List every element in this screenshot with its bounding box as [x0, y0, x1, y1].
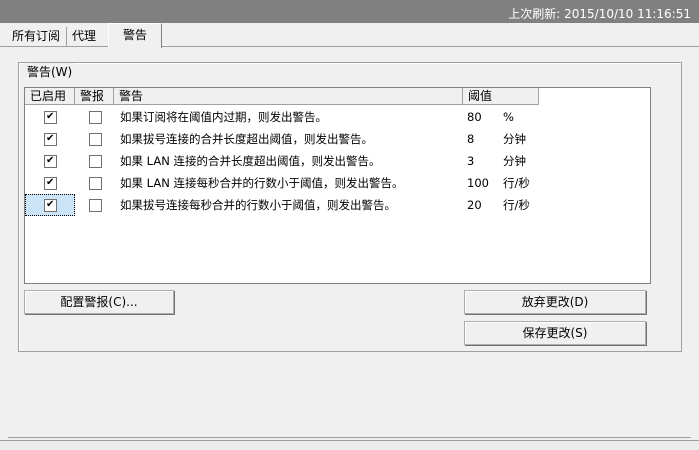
- threshold-unit: 行/秒: [503, 176, 530, 190]
- configure-alerts-button[interactable]: 配置警报(C)...: [24, 290, 174, 314]
- threshold-unit: %: [503, 110, 514, 124]
- last-refresh-label: 上次刷新: 2015/10/10 11:16:51: [508, 7, 691, 21]
- tab-strip: 所有订阅 代理 警告: [0, 23, 699, 48]
- threshold-value: 80: [467, 110, 482, 124]
- tab-all-subscriptions[interactable]: 所有订阅: [6, 27, 68, 46]
- threshold-unit: 行/秒: [503, 198, 530, 212]
- title-bar: 上次刷新: 2015/10/10 11:16:51: [0, 0, 699, 23]
- enabled-cell: [25, 172, 75, 194]
- discard-changes-button[interactable]: 放弃更改(D): [464, 290, 646, 314]
- warning-text: 如果拔号连接每秒合并的行数小于阈值，则发出警告。: [120, 198, 396, 212]
- alert-cell: [75, 172, 114, 194]
- alert-checkbox[interactable]: [89, 111, 102, 124]
- warning-text: 如果订阅将在阈值内过期，则发出警告。: [120, 110, 327, 124]
- column-header-enabled[interactable]: 已启用: [25, 88, 75, 105]
- table-row[interactable]: 如果拔号连接的合并长度超出阈值，则发出警告。 8 分钟: [25, 128, 539, 150]
- threshold-unit: 分钟: [503, 154, 526, 168]
- threshold-value: 100: [467, 176, 489, 190]
- table-row[interactable]: 如果拔号连接每秒合并的行数小于阈值，则发出警告。 20 行/秒: [25, 194, 539, 216]
- alert-checkbox[interactable]: [89, 177, 102, 190]
- enabled-checkbox[interactable]: [44, 111, 57, 124]
- warnings-list[interactable]: 已启用 警报 警告 阈值 如果订阅将在阈值内过期，则发出警告。 80% 如果拔号连接…: [24, 87, 651, 284]
- alert-checkbox[interactable]: [89, 199, 102, 212]
- warnings-panel: 警告(W) 已启用 警报 警告 阈值 如果订阅将在阈值内过期，则发出警告。 80%…: [8, 47, 691, 438]
- column-header-threshold[interactable]: 阈值: [463, 88, 539, 105]
- threshold-value: 3: [467, 154, 475, 168]
- alert-checkbox[interactable]: [89, 155, 102, 168]
- enabled-checkbox[interactable]: [44, 199, 57, 212]
- warning-text: 如果 LAN 连接的合并长度超出阈值，则发出警告。: [120, 154, 381, 168]
- threshold-value: 20: [467, 198, 482, 212]
- groupbox-label: 警告(W): [25, 63, 75, 80]
- table-row[interactable]: 如果订阅将在阈值内过期，则发出警告。 80%: [25, 106, 539, 128]
- table-row[interactable]: 如果 LAN 连接的合并长度超出阈值，则发出警告。 3 分钟: [25, 150, 539, 172]
- list-header: 已启用 警报 警告 阈值: [25, 88, 539, 106]
- alert-cell: [75, 128, 114, 150]
- enabled-cell: [25, 128, 75, 150]
- enabled-checkbox[interactable]: [44, 155, 57, 168]
- warning-text: 如果拔号连接的合并长度超出阈值，则发出警告。: [120, 132, 373, 146]
- alert-checkbox[interactable]: [89, 133, 102, 146]
- enabled-cell: [25, 150, 75, 172]
- column-header-warning[interactable]: 警告: [114, 88, 463, 105]
- enabled-cell: [25, 194, 75, 216]
- warning-text: 如果 LAN 连接每秒合并的行数小于阈值，则发出警告。: [120, 176, 404, 190]
- threshold-unit: 分钟: [503, 132, 526, 146]
- enabled-checkbox[interactable]: [44, 177, 57, 190]
- alert-cell: [75, 150, 114, 172]
- tab-warnings[interactable]: 警告: [108, 23, 163, 48]
- save-changes-button[interactable]: 保存更改(S): [464, 321, 646, 345]
- threshold-value: 8: [467, 132, 475, 146]
- table-row[interactable]: 如果 LAN 连接每秒合并的行数小于阈值，则发出警告。 100 行/秒: [25, 172, 539, 194]
- column-header-alert[interactable]: 警报: [75, 88, 114, 105]
- alert-cell: [75, 106, 114, 128]
- enabled-checkbox[interactable]: [44, 133, 57, 146]
- alert-cell: [75, 194, 114, 216]
- tab-agents[interactable]: 代理: [66, 27, 102, 46]
- enabled-cell: [25, 106, 75, 128]
